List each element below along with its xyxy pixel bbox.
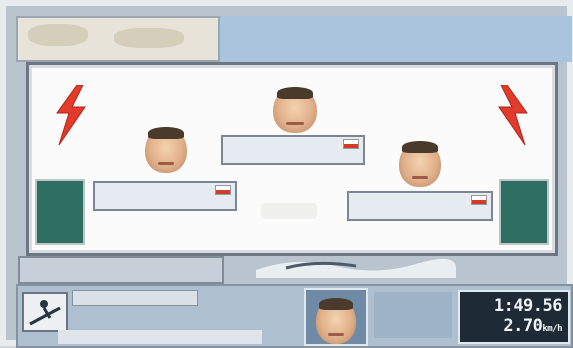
background-panel-top-left [16,16,220,62]
snow-slope-graphic [256,258,456,278]
bottom-status-bar: 1:49.56 2.70km/h [16,284,573,348]
podium-results-panel [26,62,558,256]
nameplate-third [347,191,493,221]
lightning-bolt-icon [56,85,86,145]
background-sky-panel [220,16,572,62]
winner-portrait-first [273,87,317,133]
speed-readout: 2.70km/h [503,316,562,336]
race-time: 1:49.56 [493,296,563,316]
current-skier-portrait [304,288,368,346]
background-band [18,256,224,284]
info-strip-top [72,290,198,306]
timer-display: 1:49.56 2.70km/h [458,290,570,344]
stats-panel [374,292,452,338]
nameplate-second [93,181,237,211]
podium-pillar-right [499,179,549,245]
lightning-bolt-icon [498,85,528,145]
flag-icon [215,185,231,195]
skier-icon [22,292,68,332]
podium-pillar-left [35,179,85,245]
winner-portrait-second [145,127,187,173]
flag-icon [343,139,359,149]
nameplate-first [221,135,365,165]
game-screen: 1:49.56 2.70km/h [0,0,573,348]
info-strip-bottom [58,330,262,344]
flag-icon [471,195,487,205]
winner-portrait-third [399,141,441,187]
